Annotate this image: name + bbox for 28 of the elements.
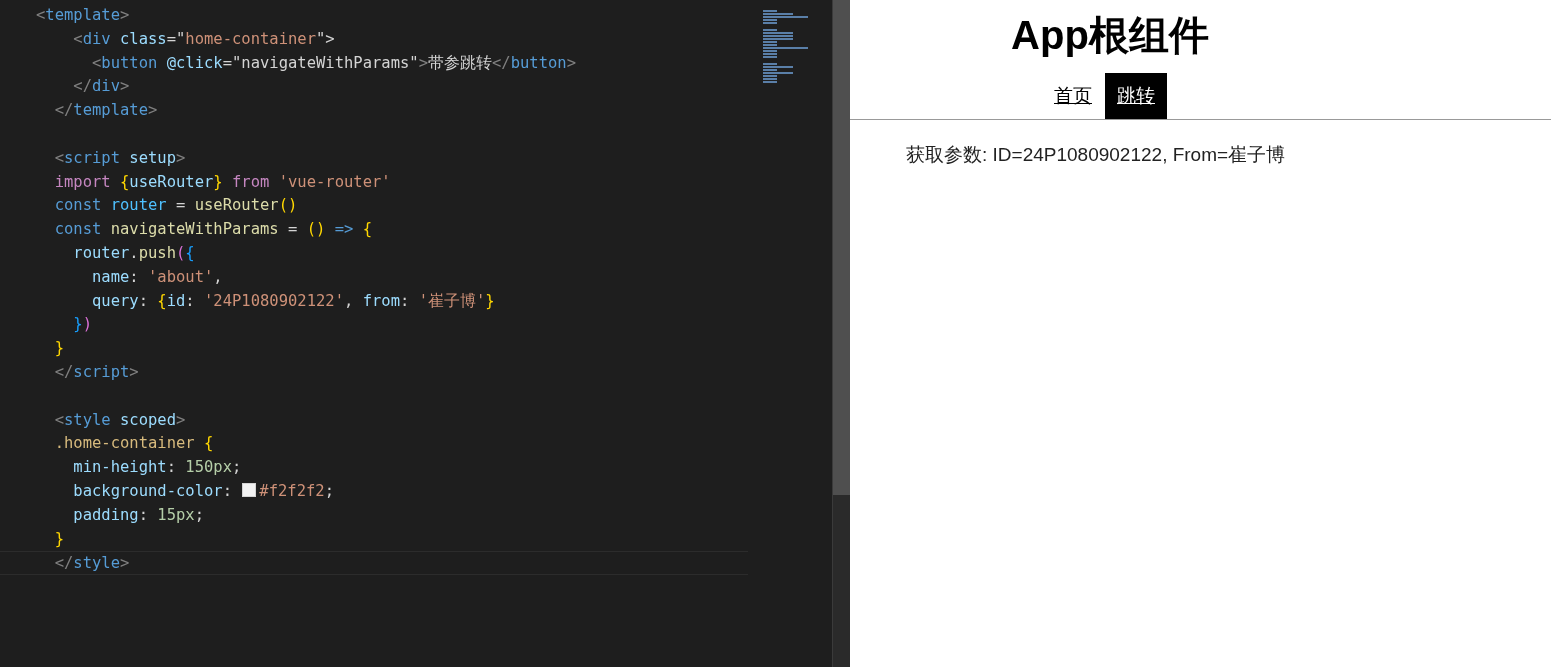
scrollbar-thumb[interactable] bbox=[833, 0, 850, 495]
code-line: <script setup> bbox=[53, 147, 187, 169]
code-line: <div class="home-container"> bbox=[72, 28, 336, 50]
code-line: .home-container { bbox=[53, 433, 215, 455]
code-line: } bbox=[53, 338, 65, 360]
page-title: App根组件 bbox=[1011, 12, 1209, 59]
code-line: </script> bbox=[53, 361, 140, 383]
code-line: import {useRouter} from 'vue-router' bbox=[53, 171, 392, 193]
code-line: const navigateWithParams = () => { bbox=[53, 219, 373, 241]
nav-link[interactable]: 首页 bbox=[1053, 73, 1093, 119]
code-line: name: 'about', bbox=[91, 266, 224, 288]
code-line: router.push({ bbox=[72, 242, 196, 264]
code-line: query: {id: '24P1080902122', from: '崔子博'} bbox=[91, 290, 496, 312]
code-line: <button @click="navigateWithParams">带参跳转</button> bbox=[91, 52, 577, 74]
code-line: background-color: #f2f2f2; bbox=[72, 480, 335, 502]
code-line: </div> bbox=[72, 76, 131, 98]
params-text: 获取参数: ID=24P1080902122, From=崔子博 bbox=[906, 143, 1287, 167]
code-line: <style scoped> bbox=[53, 409, 187, 431]
code-line: </style> bbox=[0, 551, 748, 576]
code-line: <template> bbox=[36, 5, 131, 26]
code-line: min-height: 150px; bbox=[72, 457, 243, 479]
code-line: const router = useRouter() bbox=[53, 195, 299, 217]
nav-link[interactable]: 跳转 bbox=[1105, 73, 1167, 119]
code-line: }) bbox=[72, 314, 93, 336]
code-line: } bbox=[53, 528, 65, 550]
code-line: padding: 15px; bbox=[72, 504, 205, 526]
code-line: </template> bbox=[53, 100, 159, 122]
color-swatch[interactable] bbox=[242, 482, 257, 497]
